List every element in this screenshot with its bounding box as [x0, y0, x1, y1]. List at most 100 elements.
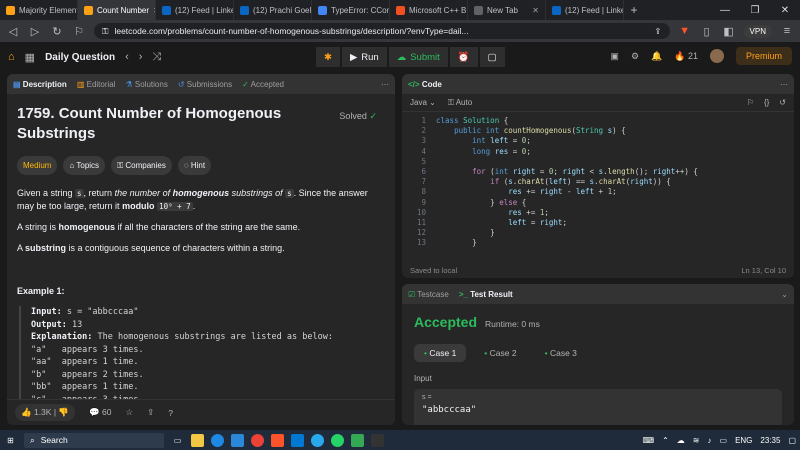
- tab-code[interactable]: </> Code: [408, 80, 442, 89]
- restore-icon[interactable]: ❐: [740, 5, 770, 16]
- store-icon[interactable]: [231, 433, 244, 447]
- clock[interactable]: 23:35: [760, 436, 780, 445]
- url-text[interactable]: leetcode.com/problems/count-number-of-ho…: [114, 26, 648, 36]
- help-icon[interactable]: ?: [168, 408, 173, 418]
- browser-tab[interactable]: TypeError: CCom✕: [312, 0, 390, 20]
- leetcode-logo-icon[interactable]: ⌂: [8, 51, 15, 63]
- tab-solutions[interactable]: ⚗ Solutions: [126, 80, 168, 89]
- whatsapp-icon[interactable]: [331, 433, 344, 447]
- chrome-icon[interactable]: [251, 433, 264, 447]
- terminal-icon[interactable]: [371, 433, 384, 447]
- keyboard-icon[interactable]: ⌨: [643, 436, 655, 445]
- shuffle-icon[interactable]: ⤨: [152, 51, 161, 64]
- taskbar-search[interactable]: ⌕ Search: [24, 432, 164, 448]
- browser-tab[interactable]: (12) Feed | Linke✕: [156, 0, 234, 20]
- language-indicator[interactable]: ENG: [735, 436, 752, 445]
- code-line[interactable]: res += right - left + 1;: [436, 187, 616, 197]
- browser-tab[interactable]: (12) Feed | Linke✕: [546, 0, 624, 20]
- browser-tab[interactable]: New Tab ✕: [468, 0, 546, 20]
- code-line[interactable]: for (int right = 0; right < s.length(); …: [436, 167, 698, 177]
- run-button[interactable]: ▶ Run: [341, 47, 387, 67]
- chevron-up-icon[interactable]: ⌃: [662, 436, 669, 445]
- code-line[interactable]: }: [436, 228, 495, 238]
- code-line[interactable]: }: [436, 238, 477, 248]
- tab-test-result[interactable]: >_ Test Result: [459, 290, 513, 299]
- reload-icon[interactable]: ↻: [50, 25, 64, 38]
- auto-toggle[interactable]: ⚿ Auto: [448, 98, 472, 108]
- code-line[interactable]: long res = 0;: [436, 147, 531, 157]
- bookmark-icon[interactable]: ⚐: [747, 98, 754, 107]
- telegram-icon[interactable]: [311, 433, 324, 447]
- minimize-icon[interactable]: —: [710, 5, 740, 16]
- more-icon[interactable]: ⋯: [381, 80, 389, 89]
- code-line[interactable]: } else {: [436, 198, 526, 208]
- debug-button[interactable]: ✱: [316, 47, 340, 67]
- volume-icon[interactable]: ♪: [708, 436, 712, 445]
- timer-button[interactable]: ⏰: [449, 47, 478, 67]
- address-bar[interactable]: ⚿ leetcode.com/problems/count-number-of-…: [94, 23, 670, 39]
- settings-icon[interactable]: ⚙: [631, 51, 639, 62]
- prev-problem-icon[interactable]: ‹: [125, 51, 129, 63]
- tab-description[interactable]: ▤ Description: [13, 80, 67, 89]
- tab-case-1[interactable]: • Case 1: [414, 344, 467, 362]
- language-select[interactable]: Java ⌄: [410, 98, 436, 107]
- back-icon[interactable]: ◁: [6, 25, 20, 38]
- brave-shield-icon[interactable]: ▼: [678, 25, 692, 37]
- share-icon[interactable]: ⇪: [654, 26, 661, 37]
- code-line[interactable]: left = right;: [436, 218, 567, 228]
- hint-chip[interactable]: ◌ Hint: [177, 156, 212, 175]
- wifi-icon[interactable]: ≋: [693, 436, 700, 445]
- tab-editorial[interactable]: ▥ Editorial: [77, 80, 116, 89]
- like-button[interactable]: 👍 1.3K | 👎: [15, 404, 75, 421]
- topics-chip[interactable]: ⌂ Topics: [63, 156, 106, 175]
- calendar-icon[interactable]: ▦: [25, 51, 35, 64]
- browser-tab[interactable]: Microsoft C++ B✕: [390, 0, 468, 20]
- close-tab-icon[interactable]: ✕: [532, 6, 539, 15]
- star-icon[interactable]: ☆: [125, 407, 133, 418]
- file-explorer-icon[interactable]: [191, 433, 204, 447]
- thumbs-down-icon[interactable]: 👎: [58, 407, 69, 417]
- new-tab-button[interactable]: +: [624, 0, 644, 20]
- battery-icon[interactable]: ▭: [720, 436, 728, 445]
- forward-icon[interactable]: ▷: [28, 25, 42, 38]
- submit-button[interactable]: ☁ Submit: [388, 47, 448, 67]
- windows-start-icon[interactable]: ⊞: [4, 434, 17, 447]
- reset-icon[interactable]: ↺: [779, 98, 786, 107]
- more-icon[interactable]: ⋯: [780, 80, 788, 89]
- browser-tab[interactable]: Majority Element✕: [0, 0, 78, 20]
- comments-button[interactable]: 💬 60: [89, 407, 111, 418]
- tab-testcase[interactable]: ☑ Testcase: [408, 290, 449, 299]
- premium-button[interactable]: Premium: [735, 47, 792, 65]
- companies-chip[interactable]: ⚿ Companies: [111, 156, 172, 175]
- browser-tab[interactable]: Count Number✕: [78, 0, 156, 20]
- code-line[interactable]: int left = 0;: [436, 136, 531, 146]
- daily-question-title[interactable]: Daily Question: [45, 52, 115, 63]
- vpn-button[interactable]: VPN: [743, 24, 772, 38]
- bookmark-icon[interactable]: ⚐: [72, 25, 86, 38]
- task-view-icon[interactable]: ▭: [171, 434, 184, 447]
- code-line[interactable]: if (s.charAt(left) == s.charAt(right)) {: [436, 177, 671, 187]
- notification-icon[interactable]: 🔔: [651, 51, 662, 62]
- wallet-icon[interactable]: ◧: [722, 25, 736, 38]
- layout-icon[interactable]: ▣: [610, 51, 619, 62]
- menu-icon[interactable]: ≡: [780, 25, 794, 37]
- tab-submissions[interactable]: ↺ Submissions: [178, 80, 232, 89]
- braces-icon[interactable]: {}: [764, 98, 769, 107]
- notification-center-icon[interactable]: ▢: [788, 436, 796, 445]
- cloud-icon[interactable]: ☁: [677, 436, 685, 445]
- next-problem-icon[interactable]: ›: [139, 51, 143, 63]
- browser-tab[interactable]: (12) Prachi Goel✕: [234, 0, 312, 20]
- code-line[interactable]: class Solution {: [436, 116, 508, 126]
- code-line[interactable]: public int countHomogenous(String s) {: [436, 126, 626, 136]
- sidebar-icon[interactable]: ▯: [700, 25, 714, 38]
- collapse-icon[interactable]: ⌄: [781, 290, 788, 299]
- avatar[interactable]: [709, 49, 724, 63]
- code-line[interactable]: res += 1;: [436, 208, 549, 218]
- share-icon[interactable]: ⇪: [147, 407, 154, 418]
- close-window-icon[interactable]: ✕: [770, 5, 800, 16]
- tab-case-2[interactable]: • Case 2: [474, 344, 526, 362]
- brave-icon[interactable]: [271, 433, 284, 447]
- tab-accepted[interactable]: ✓ Accepted: [242, 80, 284, 89]
- vscode-icon[interactable]: [291, 433, 304, 447]
- app-icon[interactable]: [351, 433, 364, 447]
